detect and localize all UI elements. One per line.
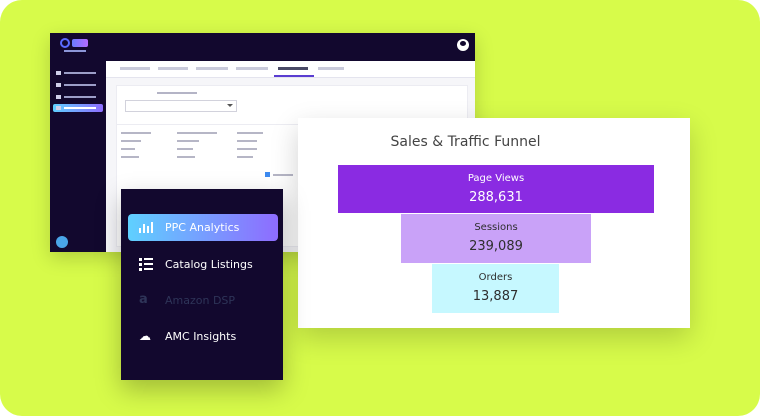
menu-item-amazon-dsp[interactable]: a Amazon DSP [128,287,278,314]
amazon-icon: a [139,292,148,307]
dashboard-topbar [50,33,475,61]
table-cell [121,156,139,158]
table-cell [237,140,257,142]
funnel-step-value: 239,089 [469,239,523,254]
funnel-step-value: 13,887 [472,289,519,304]
funnel-step-orders: Orders 13,887 [432,264,559,313]
menu-item-ppc-analytics[interactable]: PPC Analytics [128,214,278,241]
table-cell [121,148,135,150]
table-cell [237,156,253,158]
dropdown-label [157,92,197,94]
menu-item-label: AMC Insights [165,330,237,343]
legend-marker [265,172,270,177]
tab-4[interactable] [236,67,268,70]
table-cell [177,132,217,134]
funnel-step-label: Page Views [467,173,525,184]
tab-3[interactable] [196,67,228,70]
tab-2[interactable] [158,67,188,70]
chat-icon[interactable] [56,236,68,248]
sidebar-item-active[interactable] [53,104,103,112]
table-cell [121,140,141,142]
dashboard-tabbar [106,61,475,78]
brand-logo [60,38,90,54]
funnel-title: Sales & Traffic Funnel [390,134,541,150]
sidebar-item-2[interactable] [53,81,103,89]
tab-1[interactable] [120,67,150,70]
sidebar-item-3[interactable] [53,93,103,101]
funnel-step-label: Orders [478,272,513,283]
tab-6[interactable] [318,67,344,70]
navigation-menu-card: PPC Analytics Catalog Listings a Amazon … [121,189,283,380]
menu-item-amc-insights[interactable]: ☁ AMC Insights [128,323,278,350]
funnel-step-page-views: Page Views 288,631 [338,165,654,213]
dashboard-sidebar [50,61,106,252]
list-icon [139,258,153,271]
cloud-icon: ☁ [139,329,151,343]
sidebar-item-1[interactable] [53,69,103,77]
dashboard-dropdown[interactable] [125,100,237,112]
funnel-step-sessions: Sessions 239,089 [401,214,591,263]
table-cell [177,148,193,150]
table-cell [237,148,257,150]
legend-label [273,174,293,176]
user-avatar-icon[interactable] [457,39,469,51]
bar-chart-icon [139,221,153,233]
sales-traffic-funnel-card: Sales & Traffic Funnel Page Views 288,63… [298,118,690,328]
menu-item-label: Amazon DSP [165,294,236,307]
table-cell [177,140,199,142]
menu-item-catalog-listings[interactable]: Catalog Listings [128,251,278,278]
menu-item-label: Catalog Listings [165,258,253,271]
table-cell [177,156,195,158]
funnel-step-label: Sessions [474,222,518,233]
table-cell [121,132,151,134]
menu-item-label: PPC Analytics [165,221,240,234]
table-cell [237,132,263,134]
tab-active[interactable] [278,67,308,70]
tab-underline [274,75,314,77]
funnel-step-value: 288,631 [469,190,523,205]
